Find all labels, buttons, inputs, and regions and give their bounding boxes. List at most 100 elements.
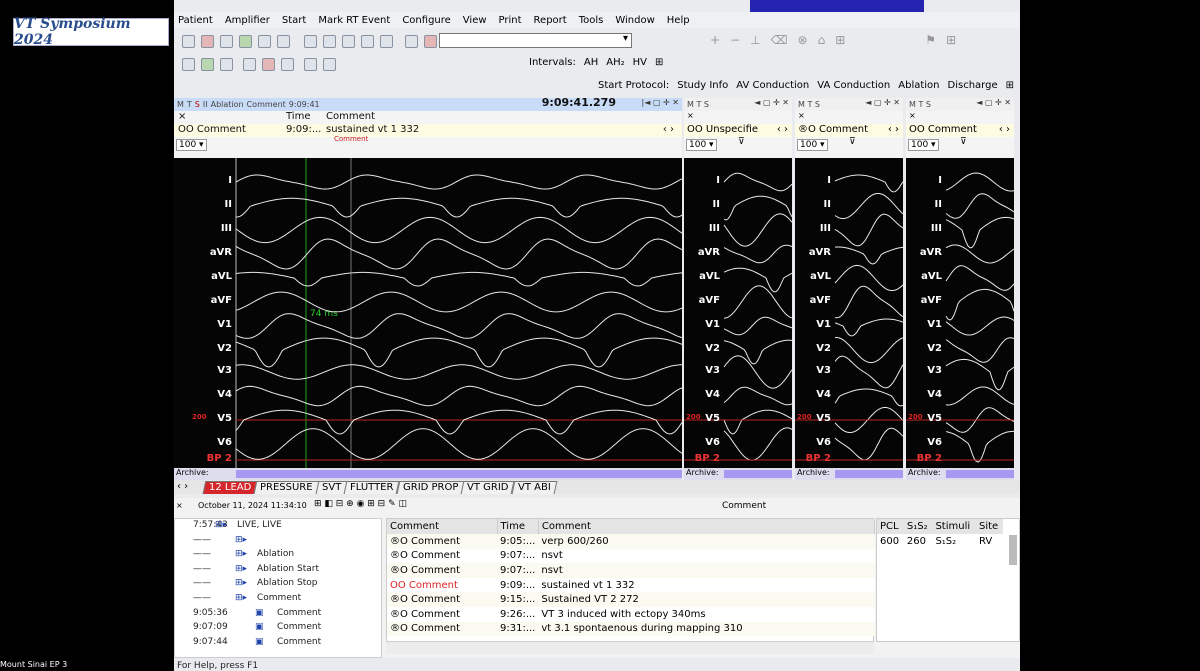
archive-progress[interactable]: [724, 470, 792, 478]
tab-scroll-left[interactable]: ‹ ›: [177, 481, 188, 492]
zoom-reset-icon[interactable]: [424, 34, 437, 48]
table-row[interactable]: ®O Comment 9:07:... nsvt: [387, 563, 875, 578]
table-row[interactable]: ®O Comment 9:15:... Sustained VT 2 272: [387, 592, 875, 607]
tree-row[interactable]: 9:07:44 ▣ Comment: [175, 636, 381, 651]
menu-view[interactable]: View: [463, 15, 487, 26]
rectangle-icon[interactable]: [342, 34, 355, 48]
pane-s[interactable]: S: [195, 100, 200, 109]
tab-vt-grid[interactable]: VT GRID: [460, 481, 515, 494]
erase-icon[interactable]: ⌫: [771, 33, 788, 47]
gain-select[interactable]: 100 ▾: [686, 139, 717, 151]
comment-icon[interactable]: ▣: [255, 608, 264, 618]
channel-icon[interactable]: [182, 57, 195, 71]
protocol-va-conduction[interactable]: VA Conduction: [817, 80, 890, 91]
pane-flags[interactable]: M T S: [909, 100, 931, 109]
protocol-av-conduction[interactable]: AV Conduction: [736, 80, 809, 91]
grid-icon[interactable]: ⊞: [1006, 80, 1014, 91]
minus-icon[interactable]: −: [730, 33, 740, 47]
stim-scrollbar[interactable]: [1009, 535, 1017, 565]
nav-arrows[interactable]: ‹ ›: [777, 124, 788, 135]
nav-arrows[interactable]: ‹ ›: [999, 124, 1010, 135]
protocol-discharge[interactable]: Discharge: [948, 80, 998, 91]
print-icon[interactable]: [258, 34, 271, 48]
tools-icon[interactable]: [220, 34, 233, 48]
marker-icon[interactable]: ⊽: [849, 137, 856, 147]
menu-window[interactable]: Window: [615, 15, 654, 26]
arrow-icon[interactable]: [262, 57, 275, 71]
expand-icon[interactable]: ⊞▸: [215, 520, 227, 530]
nav-arrows[interactable]: ‹ ›: [888, 124, 899, 135]
tree-row[interactable]: 9:05:36 ▣ Comment: [175, 607, 381, 622]
grid-icon[interactable]: ⊞: [655, 57, 663, 68]
interval-hv[interactable]: HV: [633, 57, 647, 68]
log-toolbar-icons[interactable]: ⊞ ◧ ⊟ ⊕ ◉ ⊞ ⊟ ✎ ◫: [314, 499, 407, 509]
archive-progress[interactable]: [236, 470, 682, 478]
link-icon[interactable]: [304, 57, 317, 71]
protocol-study-info[interactable]: Study Info: [677, 80, 728, 91]
interval-ah[interactable]: AH: [584, 57, 598, 68]
log-col-comment[interactable]: Comment: [538, 519, 876, 534]
close-x-icon[interactable]: ×: [906, 111, 1014, 124]
pane-flags[interactable]: M T S: [687, 100, 709, 109]
close-x-icon[interactable]: ×: [684, 111, 792, 124]
tab-grid-prop[interactable]: GRID PROP: [396, 481, 465, 494]
pane-comment-row[interactable]: OO Comment ‹ ›: [906, 124, 1014, 137]
jump-icon[interactable]: [281, 57, 294, 71]
gain-select[interactable]: 100 ▾: [908, 139, 939, 151]
settings-icon[interactable]: [277, 34, 290, 48]
pane-comment-row[interactable]: OO Unspecifie ‹ ›: [684, 124, 792, 137]
line-icon[interactable]: [323, 34, 336, 48]
table-icon[interactable]: [323, 57, 336, 71]
comment-icon[interactable]: ▣: [255, 622, 264, 632]
pane-flags[interactable]: M T S: [798, 100, 820, 109]
pane-window-controls[interactable]: |◄ ▢ ✛ ✕: [642, 98, 679, 107]
marker-icon[interactable]: ⊽: [738, 137, 745, 147]
stim-col-pcl[interactable]: PCL: [877, 519, 904, 534]
caliper-icon[interactable]: [304, 34, 317, 48]
tab-pressure[interactable]: PRESSURE: [253, 481, 320, 494]
expand-icon[interactable]: ⊞▸: [235, 578, 247, 588]
marker-icon[interactable]: [243, 57, 256, 71]
menu-help[interactable]: Help: [667, 15, 690, 26]
expand-icon[interactable]: ⊞▸: [235, 564, 247, 574]
menu-configure[interactable]: Configure: [402, 15, 450, 26]
expand-icon[interactable]: ⊞▸: [235, 535, 247, 545]
table-row[interactable]: ®O Comment 9:31:... vt 3.1 spontaenous d…: [387, 621, 875, 637]
table-row[interactable]: OO Comment 9:09:... sustained vt 1 332: [387, 577, 875, 593]
tab-vt-abl[interactable]: VT ABI: [511, 481, 557, 494]
gain-select[interactable]: 100 ▾: [176, 139, 207, 151]
comment-row[interactable]: OO Comment 9:09:... sustained vt 1 332 ‹…: [174, 124, 682, 137]
menu-amplifier[interactable]: Amplifier: [225, 15, 270, 26]
tree-row[interactable]: —— ⊞▸ Ablation Stop: [175, 577, 381, 592]
view-selector-dropdown[interactable]: [439, 33, 632, 48]
stim-col-s1s2[interactable]: S₁S₂: [903, 519, 933, 534]
menu-print[interactable]: Print: [499, 15, 522, 26]
signal-icon[interactable]: [201, 57, 214, 71]
layout-icon[interactable]: ⊞: [835, 33, 845, 47]
nav-arrows[interactable]: ‹ ›: [663, 124, 674, 135]
pane-window-controls[interactable]: ◄ ▢ ✛ ✕: [976, 98, 1011, 107]
pane-m[interactable]: M: [177, 100, 184, 109]
lock-icon[interactable]: ⌂: [818, 33, 826, 47]
gain-select[interactable]: 100 ▾: [797, 139, 828, 151]
pane-window-controls[interactable]: ◄ ▢ ✛ ✕: [754, 98, 789, 107]
zoom-icon[interactable]: [405, 34, 418, 48]
table-row[interactable]: ®O Comment 9:26:... VT 3 induced with ec…: [387, 606, 875, 622]
pan-icon[interactable]: ⊥: [750, 33, 760, 47]
log-hscroll[interactable]: [386, 642, 874, 654]
marker-icon[interactable]: ⊽: [960, 137, 967, 147]
plus-icon[interactable]: +: [710, 33, 720, 47]
table-row[interactable]: ®O Comment 9:05:... verp 600/260: [387, 534, 875, 549]
pane-pause[interactable]: II: [203, 100, 208, 109]
menu-start[interactable]: Start: [282, 15, 306, 26]
event-marker[interactable]: Comment: [334, 135, 368, 143]
pane-t[interactable]: T: [187, 100, 192, 109]
table-row[interactable]: ®O Comment 9:07:... nsvt: [387, 548, 875, 564]
archive-progress[interactable]: [835, 470, 903, 478]
grid-icon[interactable]: ⊞: [946, 33, 956, 47]
ellipse-icon[interactable]: [361, 34, 374, 48]
stop-icon[interactable]: ⊗: [798, 33, 808, 47]
protocol-ablation[interactable]: Ablation: [898, 80, 939, 91]
tree-row[interactable]: 9:07:09 ▣ Comment: [175, 621, 381, 636]
text-icon[interactable]: [380, 34, 393, 48]
